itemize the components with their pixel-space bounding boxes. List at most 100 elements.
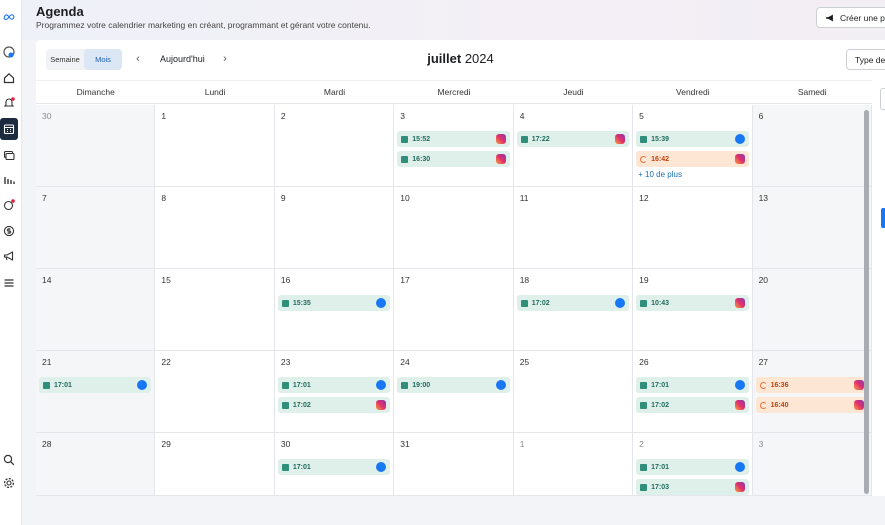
scheduled-post[interactable]: 17:01 <box>636 377 749 393</box>
day-cell[interactable]: 1 <box>513 433 634 496</box>
post-icon <box>281 401 289 409</box>
scheduled-post[interactable]: 16:36 <box>755 377 868 393</box>
day-number: 16 <box>280 275 291 285</box>
day-cell[interactable]: 26 17:01 17:02 <box>633 351 753 433</box>
weekday-label: Vendredi <box>676 87 710 97</box>
menu-icon[interactable] <box>0 274 18 292</box>
post-time: 10:43 <box>651 299 670 307</box>
scheduled-post[interactable]: 17:01 <box>277 459 391 475</box>
day-cell[interactable]: 25 <box>513 351 634 433</box>
day-cell[interactable]: 3 <box>752 433 872 496</box>
day-cell[interactable]: 22 <box>155 351 275 433</box>
day-cell[interactable]: 5 15:39 16:42 + 10 de plus <box>633 105 753 187</box>
day-cell[interactable]: 2 <box>274 105 395 187</box>
more-posts-link[interactable]: + 10 de plus <box>636 170 748 179</box>
day-cell[interactable]: 28 <box>36 433 156 496</box>
day-number: 2 <box>639 439 644 449</box>
day-cell[interactable]: 30 <box>36 105 156 187</box>
scheduled-post[interactable]: 17:03 <box>636 479 749 495</box>
calendar-icon[interactable] <box>0 118 18 140</box>
day-number: 3 <box>400 111 406 121</box>
day-number: 27 <box>758 357 769 367</box>
instagram-icon <box>854 380 864 390</box>
meta-logo-icon[interactable] <box>0 8 18 26</box>
day-cell[interactable]: 30 17:01 <box>274 433 395 496</box>
scheduled-post[interactable]: 17:02 <box>277 397 391 413</box>
scheduled-post[interactable]: 10:43 <box>636 295 749 311</box>
scheduled-post[interactable]: 17:02 <box>516 295 630 311</box>
settings-icon[interactable] <box>0 474 18 492</box>
day-cell[interactable]: 23 17:01 17:02 <box>274 351 395 433</box>
notifications-icon[interactable] <box>0 94 18 112</box>
day-cell[interactable]: 20 <box>752 269 872 351</box>
day-number: 28 <box>42 439 52 449</box>
scheduled-post[interactable]: 17:02 <box>636 397 749 413</box>
monetization-icon[interactable] <box>0 222 18 240</box>
scheduled-post[interactable]: 17:22 <box>516 131 630 147</box>
profile-icon[interactable] <box>0 43 18 61</box>
day-cell[interactable]: 4 17:22 <box>513 105 634 187</box>
scheduled-post[interactable]: 17:01 <box>277 377 391 393</box>
day-number: 22 <box>161 357 171 367</box>
post-icon <box>281 463 289 471</box>
day-cell[interactable]: 19 10:43 <box>633 269 753 351</box>
day-number: 17 <box>400 275 410 285</box>
post-time: 16:40 <box>770 401 789 409</box>
weekday-label: Jeudi <box>563 87 584 97</box>
day-cell[interactable]: 1 <box>155 105 275 187</box>
megaphone-icon[interactable] <box>0 247 18 265</box>
day-cell[interactable]: 9 <box>274 187 395 269</box>
day-cell[interactable]: 31 <box>394 433 514 496</box>
weekday-label: Dimanche <box>76 87 115 97</box>
page-header: Agenda Programmez votre calendrier marke… <box>22 0 885 40</box>
weekday-label: Mercredi <box>437 87 471 97</box>
day-cell[interactable]: 8 <box>155 187 275 269</box>
facebook-icon <box>495 380 506 390</box>
insights-icon[interactable] <box>0 171 18 189</box>
content-type-filter[interactable]: Type de <box>846 49 885 70</box>
scheduled-post[interactable]: 16:30 <box>397 151 510 167</box>
scheduled-post[interactable]: 15:52 <box>397 131 510 147</box>
content-icon[interactable] <box>0 146 18 164</box>
post-icon <box>640 483 648 491</box>
post-time: 15:35 <box>292 299 311 307</box>
day-number: 1 <box>519 439 525 449</box>
day-cell[interactable]: 12 <box>633 187 753 269</box>
day-cell[interactable]: 16 15:35 <box>274 269 395 351</box>
post-time: 16:36 <box>770 381 789 389</box>
day-number: 12 <box>639 193 649 203</box>
vertical-scrollbar[interactable] <box>864 110 869 494</box>
scheduled-post[interactable]: 17:01 <box>39 377 152 393</box>
ads-icon[interactable] <box>0 196 18 214</box>
scheduled-post[interactable]: 17:01 <box>636 459 749 475</box>
search-icon[interactable] <box>0 451 18 469</box>
scheduled-post[interactable]: 15:39 <box>636 131 749 147</box>
day-cell[interactable]: 18 17:02 <box>513 269 634 351</box>
day-cell[interactable]: 17 <box>394 269 514 351</box>
day-cell[interactable]: 13 <box>752 187 872 269</box>
day-cell[interactable]: 3 15:52 16:30 <box>394 105 514 187</box>
scheduled-post[interactable]: 19:00 <box>397 377 510 393</box>
day-number: 23 <box>280 357 291 367</box>
home-icon[interactable] <box>0 69 18 87</box>
day-cell[interactable]: 11 <box>513 187 634 269</box>
day-cell[interactable]: 27 16:36 16:40 <box>752 351 872 433</box>
instagram-icon <box>734 482 745 492</box>
scheduled-post[interactable]: 16:42 <box>636 151 749 167</box>
day-cell[interactable]: 29 <box>155 433 275 496</box>
day-cell[interactable]: 10 <box>394 187 514 269</box>
scheduled-post[interactable]: 16:40 <box>755 397 868 413</box>
day-cell[interactable]: 6 <box>752 105 872 187</box>
post-time: 17:02 <box>651 401 670 409</box>
day-number: 14 <box>42 275 52 285</box>
day-cell[interactable]: 2 17:01 17:03 <box>633 433 753 496</box>
scheduled-post[interactable]: 15:35 <box>277 295 391 311</box>
day-cell[interactable]: 14 <box>36 269 156 351</box>
day-cell[interactable]: 7 <box>36 187 156 269</box>
day-cell[interactable]: 15 <box>155 269 275 351</box>
create-post-button[interactable]: Créer une pu <box>816 7 885 28</box>
day-cell[interactable]: 24 19:00 <box>394 351 514 433</box>
post-time: 15:39 <box>651 135 670 143</box>
instagram-icon <box>376 400 387 410</box>
day-cell[interactable]: 21 17:01 <box>36 351 156 433</box>
